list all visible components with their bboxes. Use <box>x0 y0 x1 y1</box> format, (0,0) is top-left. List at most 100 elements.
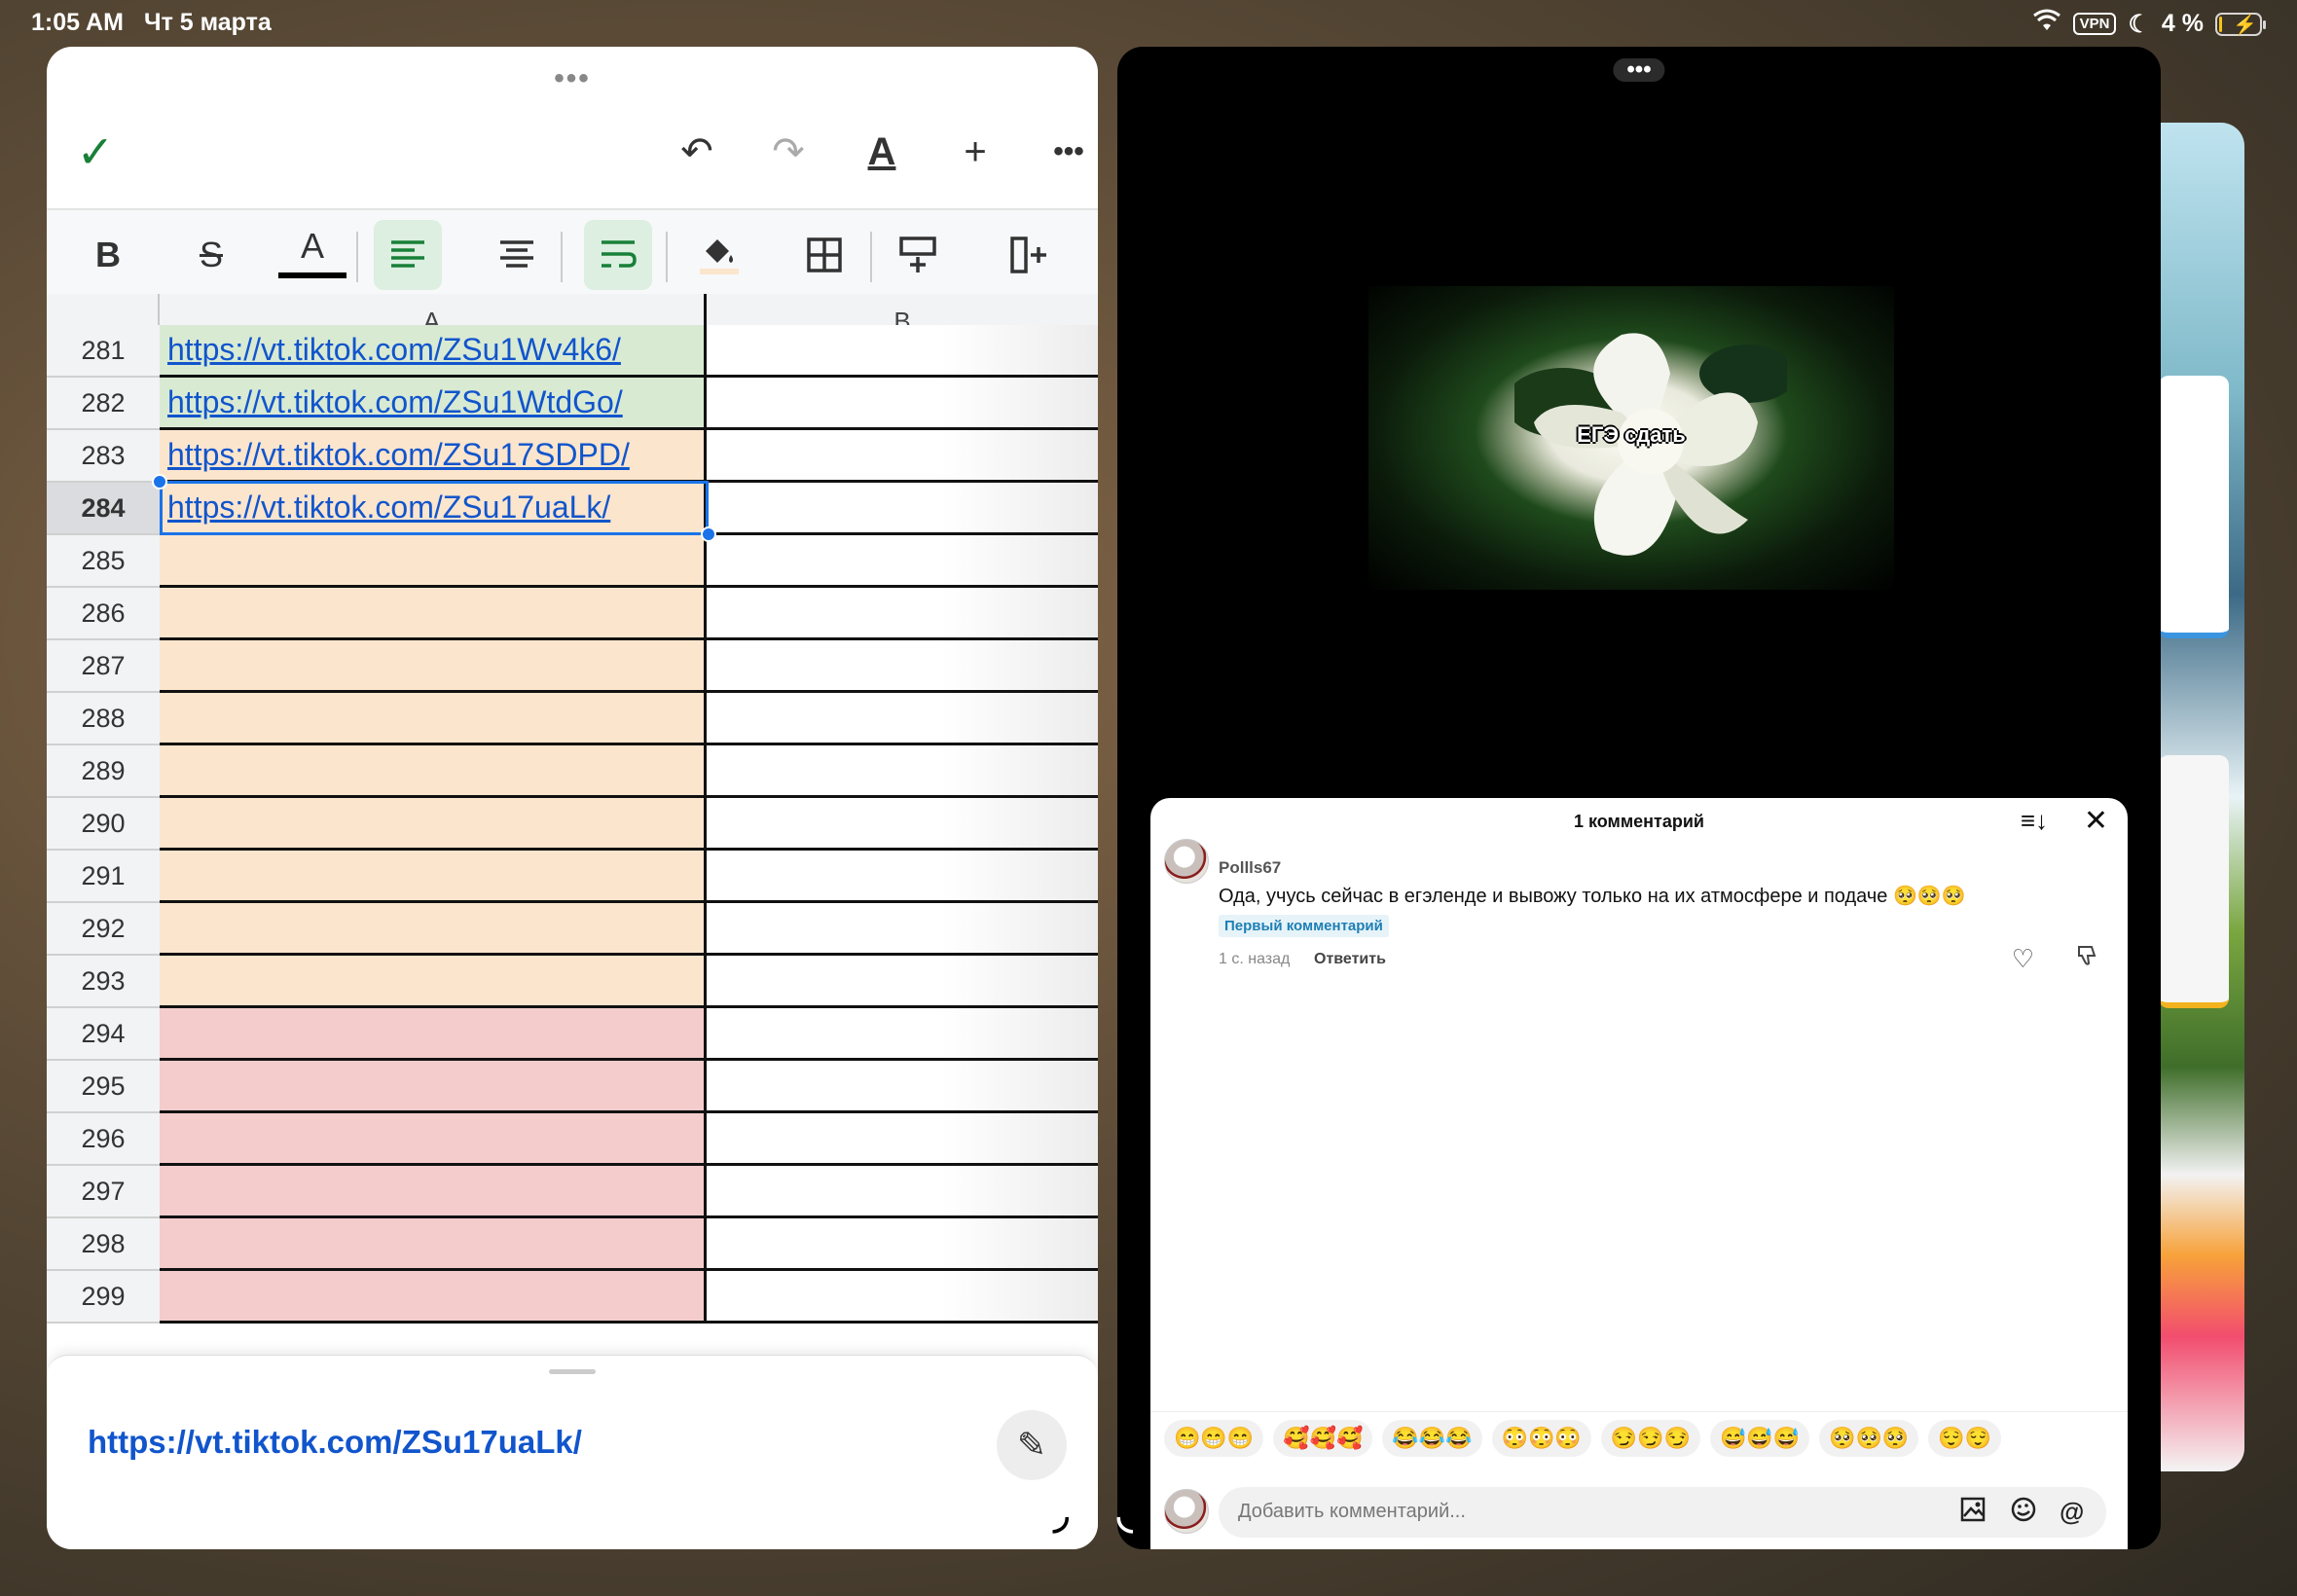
row-number[interactable]: 295 <box>47 1061 160 1113</box>
video-frame[interactable]: ЕГЭ сдать <box>1368 286 1894 590</box>
cell-b[interactable] <box>707 1008 1098 1061</box>
sticker-icon[interactable] <box>2011 1497 2036 1529</box>
cell-a[interactable] <box>160 1061 707 1113</box>
row-number[interactable]: 284 <box>47 483 160 535</box>
edit-pencil-icon[interactable]: ✎ <box>997 1410 1067 1480</box>
dislike-icon[interactable] <box>2075 944 2098 973</box>
sort-icon[interactable]: ≡↓ <box>2021 806 2048 836</box>
wrap-text-icon[interactable] <box>584 220 652 290</box>
resize-corner-icon[interactable]: ◟ <box>1117 1493 1133 1538</box>
cell-b[interactable] <box>707 430 1098 483</box>
emoji-chip[interactable]: 😂😂😂 <box>1382 1420 1482 1457</box>
insert-row-icon[interactable] <box>884 220 952 290</box>
cell-a[interactable] <box>160 1271 707 1324</box>
row-number[interactable]: 291 <box>47 851 160 903</box>
window-grabber-icon[interactable]: ••• <box>554 64 591 93</box>
cell-b[interactable] <box>707 325 1098 378</box>
row-number[interactable]: 282 <box>47 378 160 430</box>
panel-drag-handle[interactable] <box>549 1369 596 1374</box>
cell-a[interactable] <box>160 693 707 745</box>
more-options-icon[interactable]: ••• <box>1041 125 1096 179</box>
comment-username[interactable]: Pollls67 <box>1219 858 1281 878</box>
row-number[interactable]: 296 <box>47 1113 160 1166</box>
cell-a[interactable] <box>160 745 707 798</box>
cell-b[interactable] <box>707 1166 1098 1218</box>
row-number[interactable]: 298 <box>47 1218 160 1271</box>
cell-b[interactable] <box>707 535 1098 588</box>
cell-b[interactable] <box>707 1271 1098 1324</box>
close-icon[interactable]: ✕ <box>2084 804 2108 838</box>
cell-b[interactable] <box>707 745 1098 798</box>
row-number[interactable]: 283 <box>47 430 160 483</box>
cell-b[interactable] <box>707 693 1098 745</box>
emoji-chip[interactable]: 🥺🥺🥺 <box>1819 1420 1919 1457</box>
avatar[interactable] <box>1164 839 1209 884</box>
cell-b[interactable] <box>707 588 1098 640</box>
selection-handle-end[interactable] <box>701 526 716 542</box>
insert-column-icon[interactable] <box>995 220 1063 290</box>
cell-link[interactable]: https://vt.tiktok.com/ZSu17uaLk/ <box>167 490 610 526</box>
emoji-chip[interactable]: 😌😌 <box>1928 1420 2002 1457</box>
bold-icon[interactable]: B <box>74 220 142 290</box>
comment-input[interactable]: Добавить комментарий... @ <box>1219 1487 2106 1538</box>
emoji-chip[interactable]: 🥰🥰🥰 <box>1273 1420 1373 1457</box>
done-check-icon[interactable]: ✓ <box>68 125 123 179</box>
cell-content-text[interactable]: https://vt.tiktok.com/ZSu17uaLk/ <box>88 1424 582 1461</box>
cell-a[interactable] <box>160 535 707 588</box>
strikethrough-icon[interactable]: S <box>177 220 245 290</box>
align-center-icon[interactable] <box>483 220 551 290</box>
cell-a[interactable] <box>160 956 707 1008</box>
cell-a[interactable] <box>160 1113 707 1166</box>
cell-a[interactable] <box>160 798 707 851</box>
row-number[interactable]: 293 <box>47 956 160 1008</box>
cell-b[interactable] <box>707 1113 1098 1166</box>
cell-a[interactable]: https://vt.tiktok.com/ZSu1WtdGo/ <box>160 378 707 430</box>
row-number[interactable]: 285 <box>47 535 160 588</box>
emoji-chip[interactable]: 😏😏😏 <box>1600 1420 1700 1457</box>
cell-b[interactable] <box>707 640 1098 693</box>
emoji-chip[interactable]: 😳😳😳 <box>1491 1420 1591 1457</box>
reply-button[interactable]: Ответить <box>1314 951 1386 968</box>
cell-b[interactable] <box>707 483 1098 535</box>
align-left-icon[interactable] <box>374 220 442 290</box>
cell-b[interactable] <box>707 1218 1098 1271</box>
cell-a[interactable] <box>160 1008 707 1061</box>
text-color-icon[interactable]: A <box>278 220 346 278</box>
cell-b[interactable] <box>707 798 1098 851</box>
cell-a[interactable] <box>160 1166 707 1218</box>
cell-b[interactable] <box>707 903 1098 956</box>
cell-b[interactable] <box>707 1061 1098 1113</box>
cell-a[interactable]: https://vt.tiktok.com/ZSu1Wv4k6/ <box>160 325 707 378</box>
cell-b[interactable] <box>707 378 1098 430</box>
mention-icon[interactable]: @ <box>2060 1497 2084 1527</box>
cell-a[interactable] <box>160 588 707 640</box>
text-format-icon[interactable]: A <box>855 125 909 179</box>
borders-icon[interactable] <box>790 220 858 290</box>
redo-icon[interactable]: ↷ <box>761 125 816 179</box>
row-number[interactable]: 289 <box>47 745 160 798</box>
cell-a[interactable] <box>160 640 707 693</box>
fill-color-icon[interactable] <box>685 220 753 290</box>
row-number[interactable]: 281 <box>47 325 160 378</box>
undo-icon[interactable]: ↶ <box>670 125 724 179</box>
row-number[interactable]: 297 <box>47 1166 160 1218</box>
row-number[interactable]: 294 <box>47 1008 160 1061</box>
cell-a[interactable]: https://vt.tiktok.com/ZSu17SDPD/ <box>160 430 707 483</box>
window-grabber-icon[interactable]: ••• <box>1613 58 1665 82</box>
row-number[interactable]: 288 <box>47 693 160 745</box>
cell-b[interactable] <box>707 956 1098 1008</box>
row-number[interactable]: 299 <box>47 1271 160 1324</box>
cell-b[interactable] <box>707 851 1098 903</box>
row-number[interactable]: 286 <box>47 588 160 640</box>
cell-a[interactable] <box>160 1218 707 1271</box>
selection-handle-start[interactable] <box>152 474 167 490</box>
cell-a[interactable] <box>160 851 707 903</box>
emoji-chip[interactable]: 😁😁😁 <box>1164 1420 1264 1457</box>
row-number[interactable]: 290 <box>47 798 160 851</box>
emoji-chip[interactable]: 😅😅😅 <box>1709 1420 1810 1457</box>
cell-link[interactable]: https://vt.tiktok.com/ZSu1WtdGo/ <box>167 384 623 420</box>
heart-icon[interactable]: ♡ <box>2012 944 2034 974</box>
image-icon[interactable] <box>1960 1497 1986 1529</box>
cell-a[interactable]: https://vt.tiktok.com/ZSu17uaLk/ <box>160 483 707 535</box>
row-number[interactable]: 292 <box>47 903 160 956</box>
